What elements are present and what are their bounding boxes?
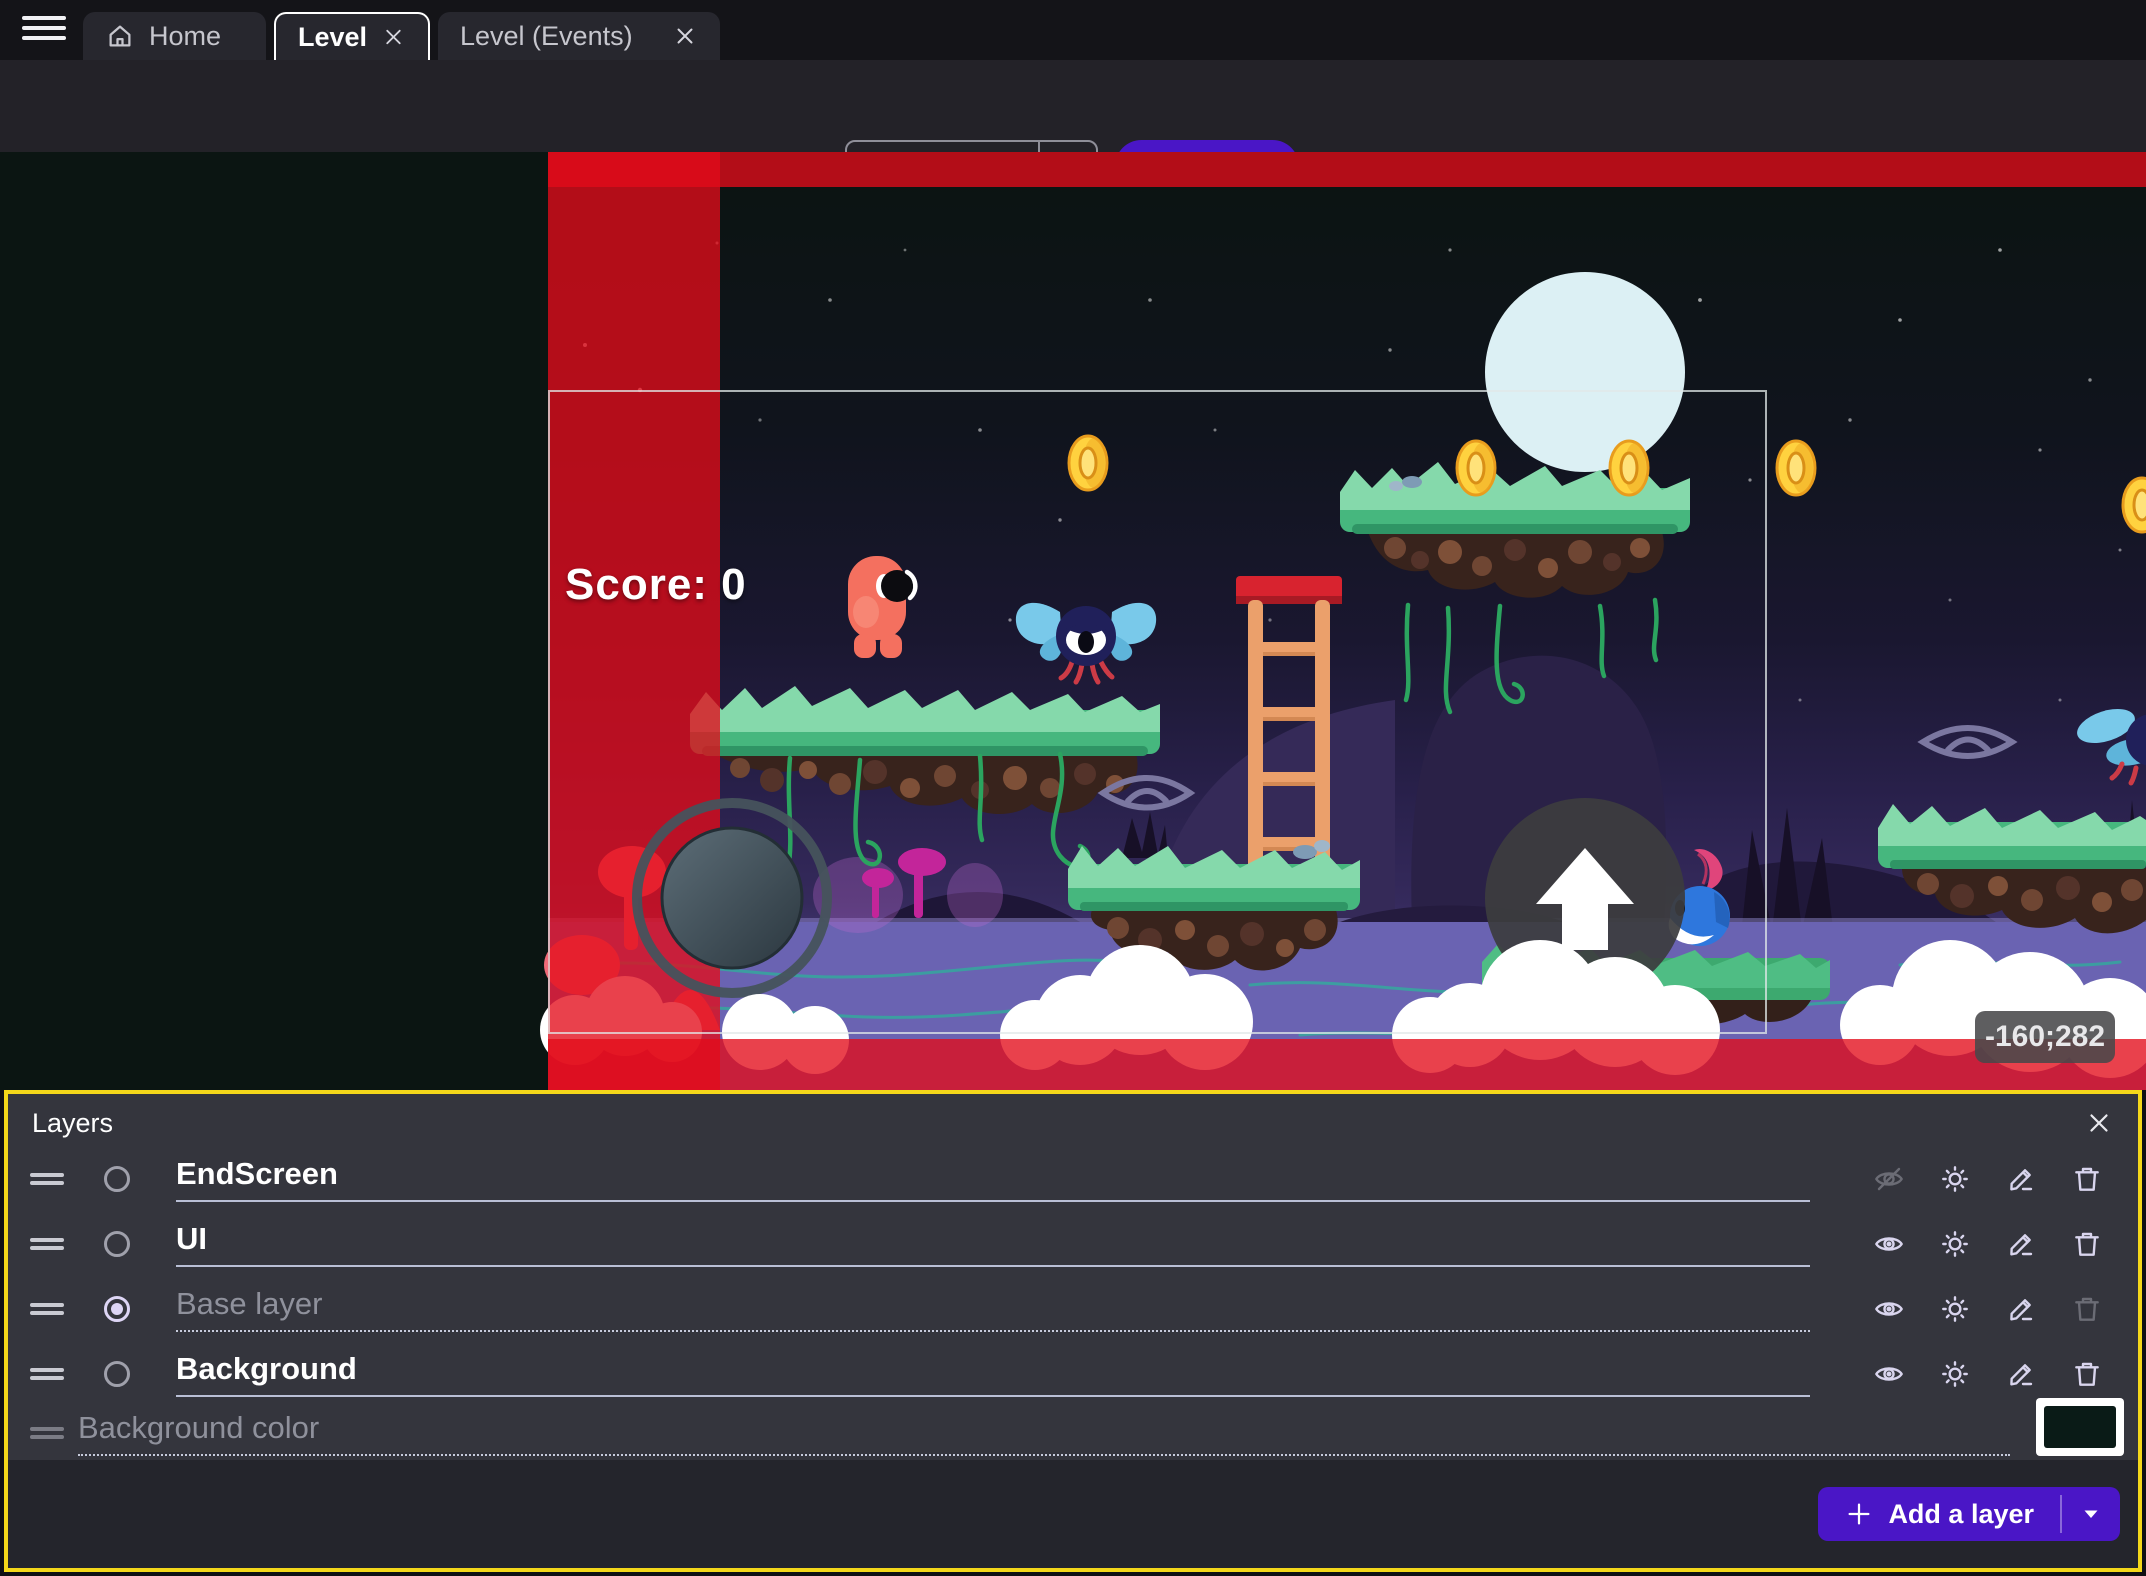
layer-effects-button[interactable] [1922, 1352, 1988, 1396]
tab-bar: Home Level Level (Events) [0, 0, 2146, 60]
tab-level-events-label: Level (Events) [460, 21, 633, 52]
layer-row: EndScreen [8, 1146, 2138, 1211]
layer-delete-button[interactable] [2054, 1157, 2120, 1201]
layer-name-field[interactable]: UI [176, 1221, 1810, 1267]
layer-visibility-button[interactable] [1856, 1222, 1922, 1266]
tab-level-events[interactable]: Level (Events) [438, 12, 720, 60]
layers-panel-footer: Add a layer [8, 1460, 2138, 1568]
drag-handle-icon[interactable] [30, 1234, 64, 1254]
layer-row: Background [8, 1341, 2138, 1406]
tab-home-label: Home [149, 21, 221, 52]
pencil-icon [2005, 1293, 2037, 1325]
layer-row: UI [8, 1211, 2138, 1276]
layer-delete-button[interactable] [2054, 1287, 2120, 1331]
close-tab-icon[interactable] [381, 24, 406, 50]
drag-handle-icon[interactable] [30, 1299, 64, 1319]
layer-name-field[interactable]: EndScreen [176, 1156, 1810, 1202]
layer-name-field[interactable]: Background [176, 1351, 1810, 1397]
scene-art [0, 152, 2146, 1090]
drag-handle-icon[interactable] [30, 1169, 64, 1189]
gdevelop-editor: Home Level Level (Events) Preview Publ [0, 0, 2146, 1576]
brightness-icon [1939, 1228, 1971, 1260]
layer-list: EndScreen UI Base layer Background [8, 1146, 2138, 1406]
cursor-coordinates-badge: -160;282 [1975, 1011, 2115, 1063]
layer-effects-button[interactable] [1922, 1287, 1988, 1331]
layers-panel-title: Layers [32, 1108, 113, 1139]
scene-toolbar: Preview Publish [0, 60, 2146, 152]
layer-edit-button[interactable] [1988, 1352, 2054, 1396]
layer-select-radio[interactable] [104, 1361, 130, 1387]
add-layer-label: Add a layer [1888, 1499, 2034, 1530]
pencil-icon [2005, 1163, 2037, 1195]
layer-visibility-button[interactable] [1856, 1352, 1922, 1396]
background-color-field[interactable]: Background color [78, 1410, 2010, 1456]
background-color-swatch[interactable] [2036, 1398, 2124, 1456]
trash-icon [2071, 1358, 2103, 1390]
plus-icon [1844, 1499, 1874, 1529]
layer-delete-button[interactable] [2054, 1352, 2120, 1396]
eye-icon [1873, 1293, 1905, 1325]
layer-select-radio[interactable] [104, 1296, 130, 1322]
scene-canvas[interactable]: Score: 0 -160;282 [0, 152, 2146, 1090]
layer-effects-button[interactable] [1922, 1222, 1988, 1266]
layer-delete-button[interactable] [2054, 1222, 2120, 1266]
add-layer-button[interactable]: Add a layer [1818, 1487, 2060, 1541]
add-layer-options-button[interactable] [2062, 1487, 2120, 1541]
eye-off-icon [1873, 1163, 1905, 1195]
background-color-row: Background color [8, 1406, 2138, 1460]
red-zone-overlay-bottom [548, 1039, 2146, 1090]
close-tab-icon[interactable] [672, 23, 698, 49]
home-icon [105, 21, 135, 51]
layer-edit-button[interactable] [1988, 1222, 2054, 1266]
layer-select-radio[interactable] [104, 1231, 130, 1257]
pencil-icon [2005, 1228, 2037, 1260]
tab-level[interactable]: Level [274, 12, 430, 60]
brightness-icon [1939, 1163, 1971, 1195]
layer-row: Base layer [8, 1276, 2138, 1341]
layer-visibility-button[interactable] [1856, 1157, 1922, 1201]
eye-icon [1873, 1358, 1905, 1390]
trash-icon [2071, 1293, 2103, 1325]
drag-handle-icon[interactable] [30, 1423, 64, 1443]
score-text: Score: 0 [565, 560, 747, 610]
brightness-icon [1939, 1358, 1971, 1390]
eye-icon [1873, 1228, 1905, 1260]
layer-select-radio[interactable] [104, 1166, 130, 1192]
add-layer-split-button: Add a layer [1818, 1487, 2120, 1541]
tab-home[interactable]: Home [83, 12, 266, 60]
layer-effects-button[interactable] [1922, 1157, 1988, 1201]
main-menu-button[interactable] [22, 16, 66, 46]
pencil-icon [2005, 1358, 2037, 1390]
moon [1485, 272, 1685, 472]
brightness-icon [1939, 1293, 1971, 1325]
tab-level-label: Level [298, 22, 367, 53]
layer-visibility-button[interactable] [1856, 1287, 1922, 1331]
layers-panel: Layers EndScreen UI Base layer Background B… [4, 1090, 2142, 1572]
layer-edit-button[interactable] [1988, 1157, 2054, 1201]
trash-icon [2071, 1228, 2103, 1260]
joystick-control[interactable] [637, 803, 827, 993]
chevron-down-icon [2079, 1502, 2103, 1526]
drag-handle-icon[interactable] [30, 1364, 64, 1384]
layer-edit-button[interactable] [1988, 1287, 2054, 1331]
close-panel-icon[interactable] [2084, 1108, 2114, 1138]
layer-name-field[interactable]: Base layer [176, 1286, 1810, 1332]
trash-icon [2071, 1163, 2103, 1195]
background-color-label: Background color [78, 1410, 319, 1446]
